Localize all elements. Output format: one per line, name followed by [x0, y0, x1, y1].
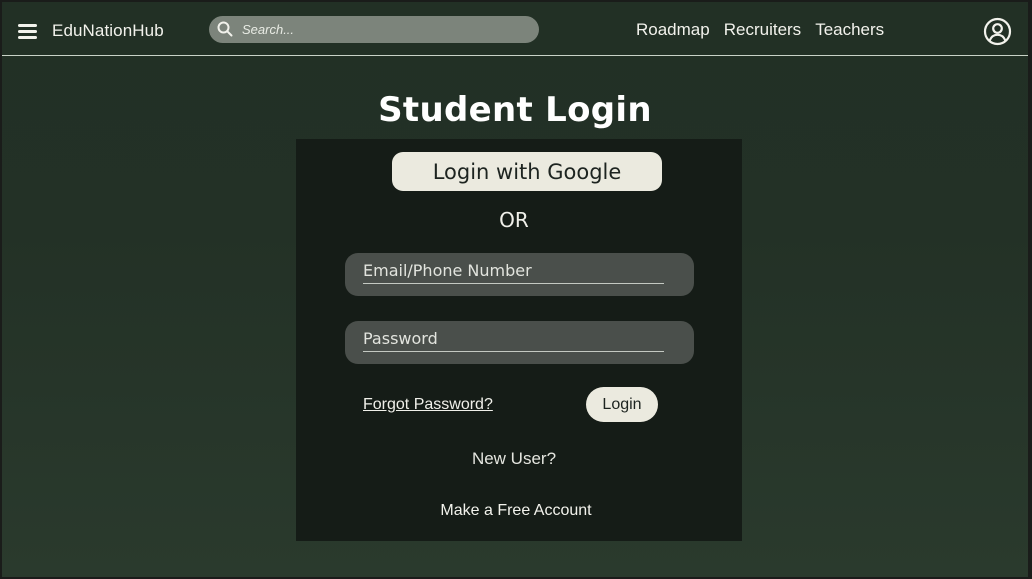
login-card: Login with Google OR Forgot Password? Lo… — [296, 139, 742, 541]
search-bar[interactable] — [209, 16, 539, 43]
nav-link-recruiters[interactable]: Recruiters — [724, 20, 801, 40]
login-button[interactable]: Login — [586, 387, 658, 422]
app-frame: EduNationHub Roadmap Recruiters Teachers… — [2, 2, 1028, 577]
page-title: Student Login — [378, 90, 652, 130]
user-profile-icon[interactable] — [983, 17, 1012, 46]
nav-link-teachers[interactable]: Teachers — [815, 20, 884, 40]
navbar: EduNationHub Roadmap Recruiters Teachers — [2, 2, 1028, 56]
search-icon — [217, 21, 233, 37]
make-free-account-link[interactable]: Make a Free Account — [296, 502, 736, 520]
forgot-password-link[interactable]: Forgot Password? — [363, 396, 493, 414]
email-field[interactable] — [345, 253, 694, 296]
brand-name[interactable]: EduNationHub — [52, 21, 164, 41]
search-input[interactable] — [242, 19, 527, 40]
login-with-google-button[interactable]: Login with Google — [392, 152, 662, 191]
email-underline — [363, 283, 664, 284]
or-divider-text: OR — [499, 208, 529, 232]
password-input[interactable] — [363, 325, 663, 351]
nav-links: Roadmap Recruiters Teachers — [636, 20, 884, 40]
new-user-text: New User? — [471, 449, 557, 468]
nav-link-roadmap[interactable]: Roadmap — [636, 20, 710, 40]
hamburger-menu-icon[interactable] — [18, 24, 38, 40]
password-field[interactable] — [345, 321, 694, 364]
email-input[interactable] — [363, 257, 663, 283]
password-underline — [363, 351, 664, 352]
